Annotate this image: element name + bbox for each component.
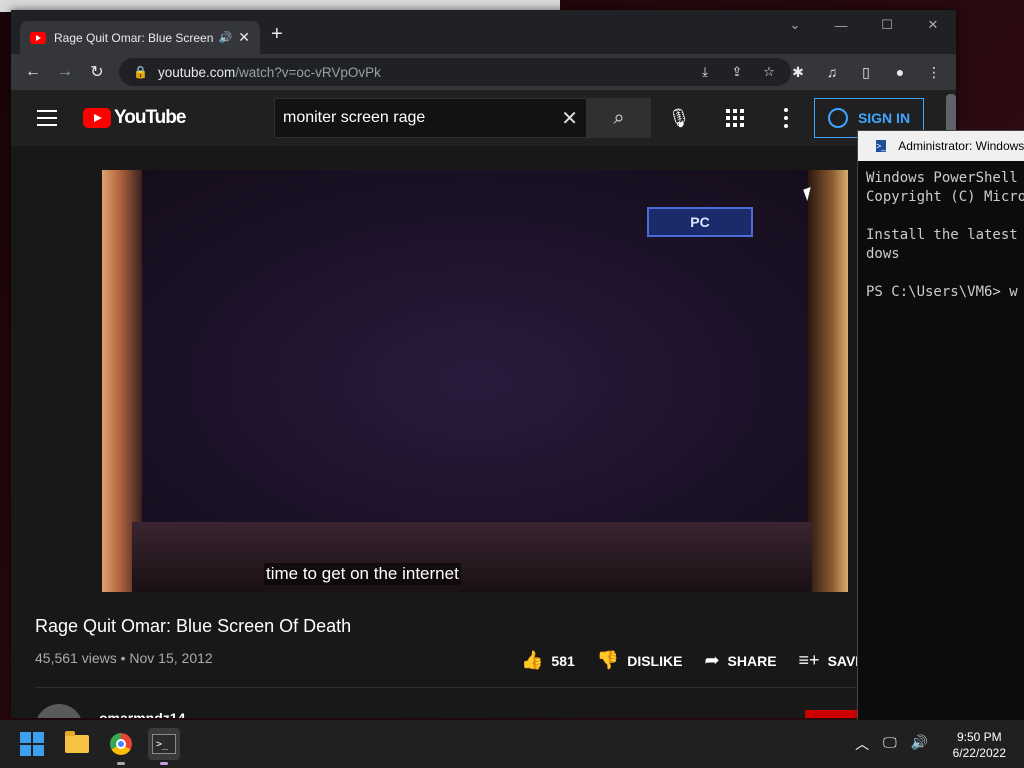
chrome-menu-icon[interactable]: ⋮ [918,58,950,86]
volume-icon[interactable]: 🔊 [911,734,928,754]
powershell-icon: >_ [876,140,887,152]
like-count: 581 [551,652,575,669]
thumbs-up-icon: 👍 [521,650,544,670]
running-indicator [117,762,125,765]
search-input[interactable]: moniter screen rage ✕ [274,98,587,138]
file-explorer-button[interactable] [61,728,93,760]
monitor-osd-label: PC [647,207,753,237]
chrome-taskbar-button[interactable] [105,728,137,765]
dislike-button[interactable]: 👎 DISLIKE [597,650,683,671]
window-controls: ⌄ — ☐ ✕ [772,10,956,40]
forward-button[interactable]: → [49,58,81,86]
divider [35,687,857,688]
browser-toolbar: ← → ↻ 🔒 youtube.com /watch?v=oc-vRVpOvPk… [11,54,956,90]
chrome-window: Rage Quit Omar: Blue Screen 🔊 ✕ + ⌄ — ☐ … [11,10,956,718]
youtube-logo[interactable]: YouTube [83,107,186,129]
video-meta: 45,561 views • Nov 15, 2012 [35,650,213,666]
tab-title: Rage Quit Omar: Blue Screen [54,30,213,45]
url-path: /watch?v=oc-vRVpOvPk [235,64,381,80]
taskbar-clock[interactable]: 9:50 PM 6/22/2022 [953,729,1006,761]
youtube-favicon-icon [30,31,46,44]
maximize-button[interactable]: ☐ [864,10,910,40]
windows-logo-icon [20,732,44,756]
dislike-label: DISLIKE [627,652,683,669]
close-window-button[interactable]: ✕ [910,10,956,40]
extensions-icon[interactable]: ✱ [782,58,814,86]
minimize-button[interactable]: — [818,10,864,40]
profile-icon[interactable]: ● [884,58,916,86]
video-frame-right [808,170,848,592]
like-button[interactable]: 👍 581 [521,650,575,671]
share-button[interactable]: ➦ SHARE [704,650,776,671]
youtube-play-icon [83,108,111,128]
browser-tab[interactable]: Rage Quit Omar: Blue Screen 🔊 ✕ [20,21,260,54]
share-arrow-icon: ➦ [704,650,720,670]
network-icon[interactable]: 🖵 [883,734,897,754]
user-circle-icon [827,108,848,128]
youtube-logo-text: YouTube [114,107,186,128]
system-tray: ︿ 🖵 🔊 [855,734,928,754]
video-title: Rage Quit Omar: Blue Screen Of Death [35,616,352,636]
scrollbar-thumb[interactable] [946,94,956,134]
address-bar[interactable]: 🔒 youtube.com /watch?v=oc-vRVpOvPk ⤓ ⇪ ☆ [119,58,791,86]
address-bar-actions: ⤓ ⇪ ☆ [691,62,783,82]
close-tab-icon[interactable]: ✕ [238,29,250,46]
youtube-header: YouTube moniter screen rage ✕ ⌕ 🎙 SIGN I… [11,90,956,146]
save-button[interactable]: ≡+ SAVE [799,650,865,671]
playlist-add-icon: ≡+ [798,650,820,670]
settings-more-icon[interactable] [779,106,793,130]
powershell-title-bar[interactable]: >_ Administrator: Windows PowerShell [858,131,1024,161]
channel-name[interactable]: omarmndz14 [99,710,185,718]
hamburger-menu-icon[interactable] [37,110,57,126]
speaker-icon[interactable]: 🔊 [219,31,233,44]
toolbar-right: ✱ ♫ ▯ ● ⋮ [782,58,950,86]
clock-time: 9:50 PM [956,730,1002,744]
search-icon: ⌕ [613,106,625,129]
voice-search-button[interactable]: 🎙 [661,100,697,136]
tab-search-icon[interactable]: ⌄ [772,10,818,40]
media-control-icon[interactable]: ♫ [816,58,848,86]
active-indicator [160,762,168,765]
start-button[interactable] [16,728,48,760]
terminal-icon: >_ [152,734,176,754]
channel-avatar[interactable] [35,704,83,718]
new-tab-button[interactable]: + [271,24,283,44]
side-panel-icon[interactable]: ▯ [850,58,882,86]
powershell-title: Administrator: Windows PowerShell [898,139,1024,153]
url-host: youtube.com [157,64,236,80]
monitor-bezel [132,522,812,592]
back-button[interactable]: ← [17,58,49,86]
terminal-taskbar-button[interactable]: >_ [148,728,180,765]
clear-search-icon[interactable]: ✕ [561,106,578,131]
share-label: SHARE [727,652,777,669]
microphone-icon: 🎙 [667,107,691,128]
thumbs-down-icon: 👎 [596,650,620,670]
video-actions: 👍 581 👎 DISLIKE ➦ SHARE ≡+ SAVE [521,650,865,671]
video-player[interactable]: PC time to get on the internet [102,170,848,592]
youtube-apps-icon[interactable] [723,106,747,130]
sign-in-label: SIGN IN [857,110,911,126]
subscribe-button[interactable] [805,710,865,718]
tab-strip: Rage Quit Omar: Blue Screen 🔊 ✕ + ⌄ — ☐ … [11,10,956,54]
taskbar: >_ ︿ 🖵 🔊 9:50 PM 6/22/2022 [0,720,1024,768]
search-button[interactable]: ⌕ [587,98,651,138]
lock-icon[interactable]: 🔒 [133,65,148,79]
chevron-up-icon[interactable]: ︿ [855,734,869,754]
clock-date: 6/22/2022 [952,746,1006,760]
video-caption: time to get on the internet [264,563,461,585]
bookmark-star-icon[interactable]: ☆ [755,62,783,82]
powershell-window[interactable]: >_ Administrator: Windows PowerShell Win… [857,130,1024,722]
powershell-console[interactable]: Windows PowerShell Copyright (C) Microso… [858,161,1024,310]
search-query: moniter screen rage [283,109,426,126]
share-icon[interactable]: ⇪ [723,62,751,82]
folder-icon [65,731,89,753]
install-icon[interactable]: ⤓ [691,62,719,82]
reload-button[interactable]: ↻ [81,58,113,86]
chrome-icon [110,733,132,755]
